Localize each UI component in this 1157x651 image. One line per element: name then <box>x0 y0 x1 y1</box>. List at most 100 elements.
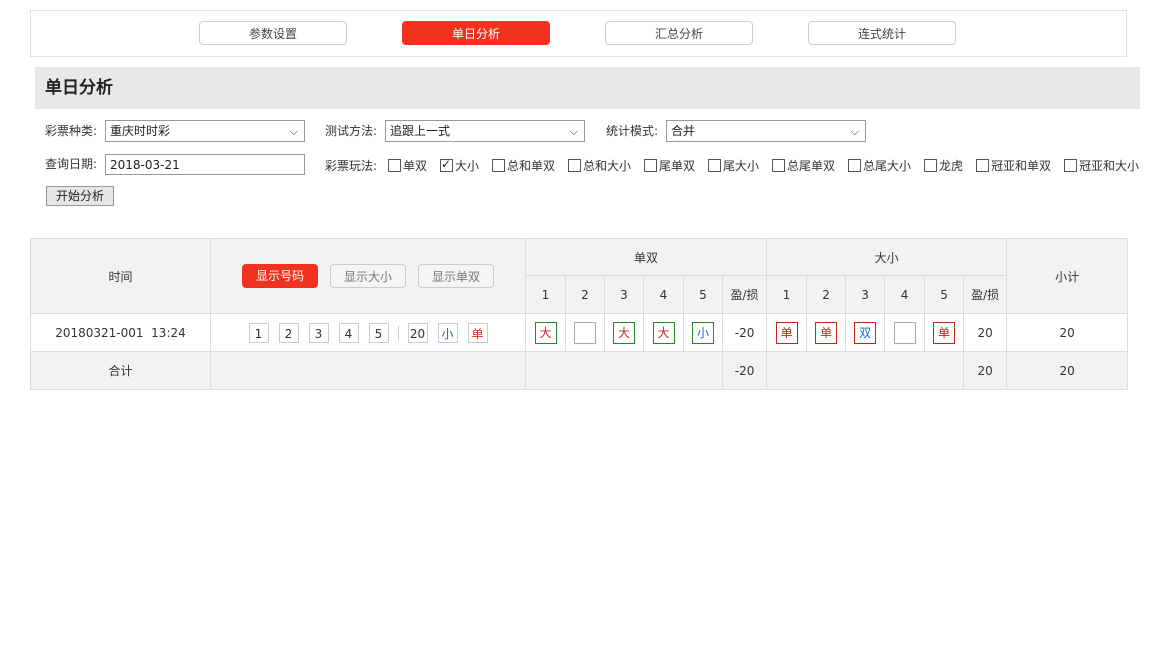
method-select[interactable]: 追跟上一式 ⌵ <box>385 120 585 142</box>
sub-col-header: 5 <box>683 275 723 314</box>
mode-label: 统计模式: <box>606 124 659 138</box>
play-checkbox-champion-bigsmall[interactable]: 冠亚和大小 <box>1064 158 1139 174</box>
date-label: 查询日期: <box>45 157 98 171</box>
oddeven-cell: 小 <box>683 313 723 352</box>
play-checkbox-tail-bigsmall[interactable]: 尾大小 <box>708 158 759 174</box>
mode-select-value: 合并 <box>671 124 696 138</box>
play-checkbox-totaltail-oddeven[interactable]: 总尾单双 <box>772 158 835 174</box>
draw-number: 2 <box>278 322 299 343</box>
checkbox-box[interactable] <box>568 159 581 172</box>
mode-select[interactable]: 合并 ⌵ <box>666 120 866 142</box>
play-checkbox-sum-bigsmall[interactable]: 总和大小 <box>568 158 631 174</box>
play-checkbox-sum-oddeven[interactable]: 总和单双 <box>492 158 555 174</box>
sub-col-header: 2 <box>565 275 605 314</box>
chevron-down-icon: ⌵ <box>850 125 859 138</box>
sub-col-header: 2 <box>806 275 847 314</box>
checkbox-box[interactable] <box>644 159 657 172</box>
row-time: 20180321-001 13:24 <box>30 313 211 352</box>
result-tag: 小 <box>692 321 714 344</box>
play-checkbox-champion-oddeven[interactable]: 冠亚和单双 <box>976 158 1051 174</box>
total-subtotal: 20 <box>1006 351 1129 390</box>
checkbox-box[interactable] <box>848 159 861 172</box>
start-analysis-button[interactable]: 开始分析 <box>46 186 114 206</box>
col-header-subtotal: 小计 <box>1006 238 1129 314</box>
draw-parity: 单 <box>467 322 488 343</box>
divider <box>397 325 399 340</box>
method-label: 测试方法: <box>325 124 378 138</box>
total-bigsmall-pl: 20 <box>963 351 1008 390</box>
col-header-time: 时间 <box>30 238 211 314</box>
section-title: 单日分析 <box>45 78 113 98</box>
play-option-label: 总和大小 <box>583 159 632 173</box>
total-empty <box>766 351 965 390</box>
play-option-label: 冠亚和大小 <box>1079 159 1140 173</box>
play-option-label: 总尾单双 <box>787 159 836 173</box>
section-header: 单日分析 <box>35 67 1140 109</box>
total-row: 合计 -20 20 20 <box>30 351 1129 390</box>
bigsmall-cell: 双 <box>845 313 886 352</box>
tab-single-day[interactable]: 单日分析 <box>402 21 550 45</box>
sub-col-header: 5 <box>924 275 965 314</box>
tab-params[interactable]: 参数设置 <box>199 21 347 45</box>
table-row: 20180321-001 13:24 1 2 3 4 5 20 小单 大 大 大 小 -20… <box>30 313 1129 352</box>
show-oddeven-button[interactable]: 显示单双 <box>418 264 494 288</box>
result-tag: 单 <box>933 321 956 344</box>
chevron-down-icon: ⌵ <box>569 125 578 138</box>
tab-streak[interactable]: 连式统计 <box>808 21 956 45</box>
checkbox-box-checked[interactable] <box>440 156 453 172</box>
group-header-oddeven: 单双 <box>524 238 768 276</box>
sub-col-header-pl: 盈/损 <box>963 275 1008 314</box>
play-option-label: 冠亚和单双 <box>991 159 1052 173</box>
result-tag-empty <box>574 321 596 344</box>
checkbox-box[interactable] <box>1064 159 1077 172</box>
oddeven-pl: -20 <box>721 313 768 352</box>
bigsmall-pl: 20 <box>963 313 1008 352</box>
bigsmall-cell: 单 <box>766 313 808 352</box>
sub-col-header: 3 <box>845 275 886 314</box>
lottery-label: 彩票种类: <box>45 124 98 138</box>
draw-number: 3 <box>308 322 329 343</box>
result-tag: 单 <box>815 321 838 344</box>
checkbox-box[interactable] <box>976 159 989 172</box>
draw-number: 5 <box>368 322 389 343</box>
result-tag: 大 <box>652 321 675 344</box>
draw-number: 4 <box>338 322 359 343</box>
tab-summary[interactable]: 汇总分析 <box>605 21 753 45</box>
checkbox-box[interactable] <box>772 159 785 172</box>
draw-size: 小 <box>437 322 458 343</box>
result-tag: 大 <box>534 321 557 344</box>
sub-col-header-pl: 盈/损 <box>721 275 768 314</box>
display-toggle-cell: 显示号码 显示大小 显示单双 <box>210 238 526 314</box>
oddeven-cell: 大 <box>604 313 644 352</box>
bigsmall-cell: 单 <box>924 313 965 352</box>
play-option-label: 尾单双 <box>659 159 696 173</box>
chevron-down-icon: ⌵ <box>289 125 298 138</box>
checkbox-box[interactable] <box>492 159 505 172</box>
total-empty <box>210 351 526 390</box>
show-numbers-button[interactable]: 显示号码 <box>242 264 318 288</box>
play-option-label: 尾大小 <box>723 159 760 173</box>
sub-col-header: 4 <box>884 275 926 314</box>
checkbox-box[interactable] <box>708 159 721 172</box>
checkbox-box[interactable] <box>924 159 937 172</box>
sub-col-header: 1 <box>766 275 808 314</box>
group-header-bigsmall: 大小 <box>766 238 1008 276</box>
play-checkbox-dragon-tiger[interactable]: 龙虎 <box>924 158 963 174</box>
checkbox-box[interactable] <box>388 159 401 172</box>
sub-col-header: 1 <box>525 275 566 314</box>
play-option-label: 总尾大小 <box>863 159 912 173</box>
play-checkbox-totaltail-bigsmall[interactable]: 总尾大小 <box>848 158 911 174</box>
lottery-select[interactable]: 重庆时时彩 ⌵ <box>105 120 305 142</box>
show-bigsmall-button[interactable]: 显示大小 <box>330 264 406 288</box>
oddeven-cell: 大 <box>643 313 684 352</box>
play-checkbox-tail-oddeven[interactable]: 尾单双 <box>644 158 695 174</box>
play-checkbox-oddeven[interactable]: 单双 <box>388 158 427 174</box>
play-checkbox-bigsmall[interactable]: 大小 <box>440 156 479 174</box>
play-label: 彩票玩法: <box>325 159 378 173</box>
sub-col-header: 4 <box>643 275 684 314</box>
result-tag: 双 <box>854 321 877 344</box>
date-input[interactable] <box>105 154 305 175</box>
total-empty <box>525 351 723 390</box>
total-oddeven-pl: -20 <box>721 351 768 390</box>
result-tag: 单 <box>775 321 798 344</box>
